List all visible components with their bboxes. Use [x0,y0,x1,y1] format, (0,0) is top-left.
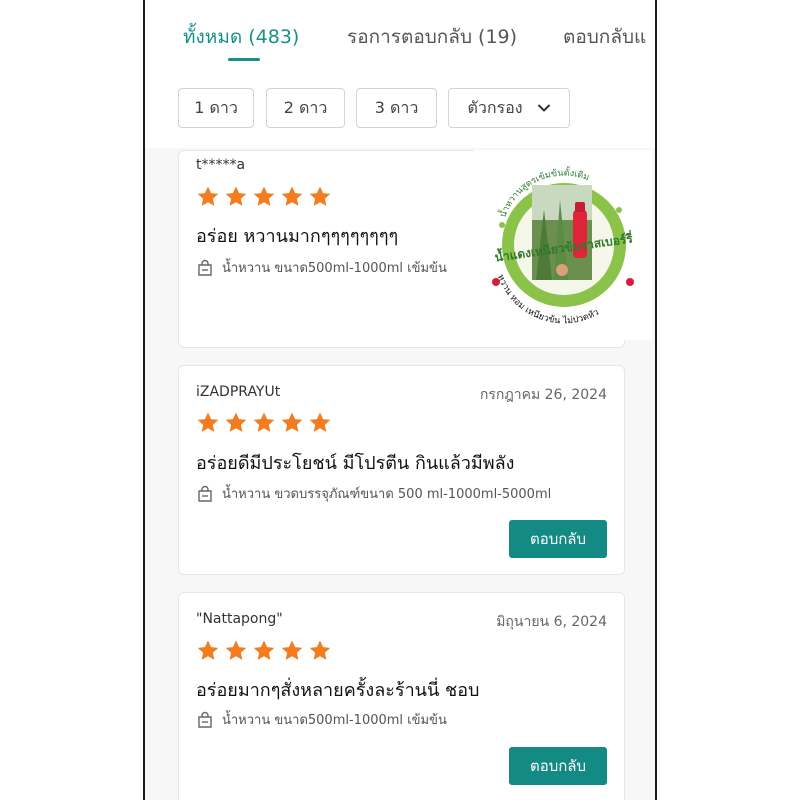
product-variant-text: น้ำหวาน ขนาด500ml-1000ml เข้มข้น [222,713,447,728]
filter-2-star-label: 2 ดาว [283,97,328,117]
raspberry-syrup-logo: น้ำหวานสูตรเข้มข้นดั้งเดิม น้ำแดงเหนียวข… [492,166,634,326]
star-icon [225,640,247,660]
reply-button[interactable]: ตอบกลับ [509,747,607,785]
star-icon [309,186,331,206]
leaf-icon [499,222,505,228]
reviewer-name: t*****a [196,157,246,173]
product-variant: น้ำหวาน ขนาด500ml-1000ml เข้มข้น [196,257,447,278]
leaf-icon [616,207,622,213]
star-rating [196,411,332,435]
star-icon [253,186,275,206]
star-icon [253,412,275,432]
review-text: อร่อยดีมีประโยชน์ มีโปรตีน กินแล้วมีพลัง [196,453,515,474]
shopping-bag-icon [198,485,212,502]
review-card: "Nattapong" มิถุนายน 6, 2024 อร่อยมากๆสั… [178,592,625,800]
filter-2-star[interactable]: 2 ดาว [266,88,345,128]
star-icon [281,640,303,660]
product-logo: น้ำหวานสูตรเข้มข้นดั้งเดิม น้ำแดงเหนียวข… [474,150,652,340]
review-card: iZADPRAYUt กรกฎาคม 26, 2024 อร่อยดีมีประ… [178,365,625,575]
tab-awaiting-reply[interactable]: รอการตอบกลับ (19) [347,22,517,52]
product-variant: น้ำหวาน ขนาด500ml-1000ml เข้มข้น [196,709,447,730]
app-screen: ทั้งหมด (483) รอการตอบกลับ (19) ตอบกลับแ… [143,0,657,800]
filter-1-star-label: 1 ดาว [194,97,238,117]
raspberry-icon [626,278,634,286]
star-icon [197,186,219,206]
review-date: มิถุนายน 6, 2024 [496,614,607,630]
reply-button[interactable]: ตอบกลับ [509,520,607,558]
shopping-bag-icon [198,259,212,276]
star-icon [281,412,303,432]
star-icon [309,412,331,432]
tab-replied[interactable]: ตอบกลับแ [563,22,646,52]
filter-3-star[interactable]: 3 ดาว [356,88,437,128]
review-date: กรกฎาคม 26, 2024 [479,387,607,403]
filter-dropdown[interactable]: ตัวกรอง [448,88,570,128]
review-text: อร่อยมากๆสั่งหลายครั้งละร้านนี่ ชอบ [196,680,480,701]
filter-bar: 1 ดาว 2 ดาว 3 ดาว ตัวกรอง [145,72,655,148]
product-variant-text: น้ำหวาน ขวดบรรจุภัณฑ์ขนาด 500 ml-1000ml-… [222,487,552,502]
star-icon [253,640,275,660]
product-variant: น้ำหวาน ขวดบรรจุภัณฑ์ขนาด 500 ml-1000ml-… [196,483,551,504]
shopping-bag-icon [198,711,212,728]
chevron-down-icon [537,104,550,112]
star-icon [281,186,303,206]
star-rating [196,639,332,663]
star-icon [225,412,247,432]
active-tab-indicator [228,58,260,61]
star-icon [309,640,331,660]
tab-bar: ทั้งหมด (483) รอการตอบกลับ (19) ตอบกลับแ [145,0,655,73]
raspberry-icon [492,278,500,286]
star-rating [196,185,332,209]
reviewer-name: iZADPRAYUt [196,384,281,400]
filter-3-star-label: 3 ดาว [374,97,419,117]
product-variant-text: น้ำหวาน ขนาด500ml-1000ml เข้มข้น [222,261,447,276]
star-icon [197,412,219,432]
filter-dropdown-label: ตัวกรอง [467,97,523,117]
review-text: อร่อย หวานมากๆๆๆๆๆๆๆๆ [196,226,399,247]
reviewer-name: "Nattapong" [196,611,283,627]
star-icon [225,186,247,206]
star-icon [197,640,219,660]
tab-all[interactable]: ทั้งหมด (483) [183,22,299,52]
filter-1-star[interactable]: 1 ดาว [178,88,254,128]
